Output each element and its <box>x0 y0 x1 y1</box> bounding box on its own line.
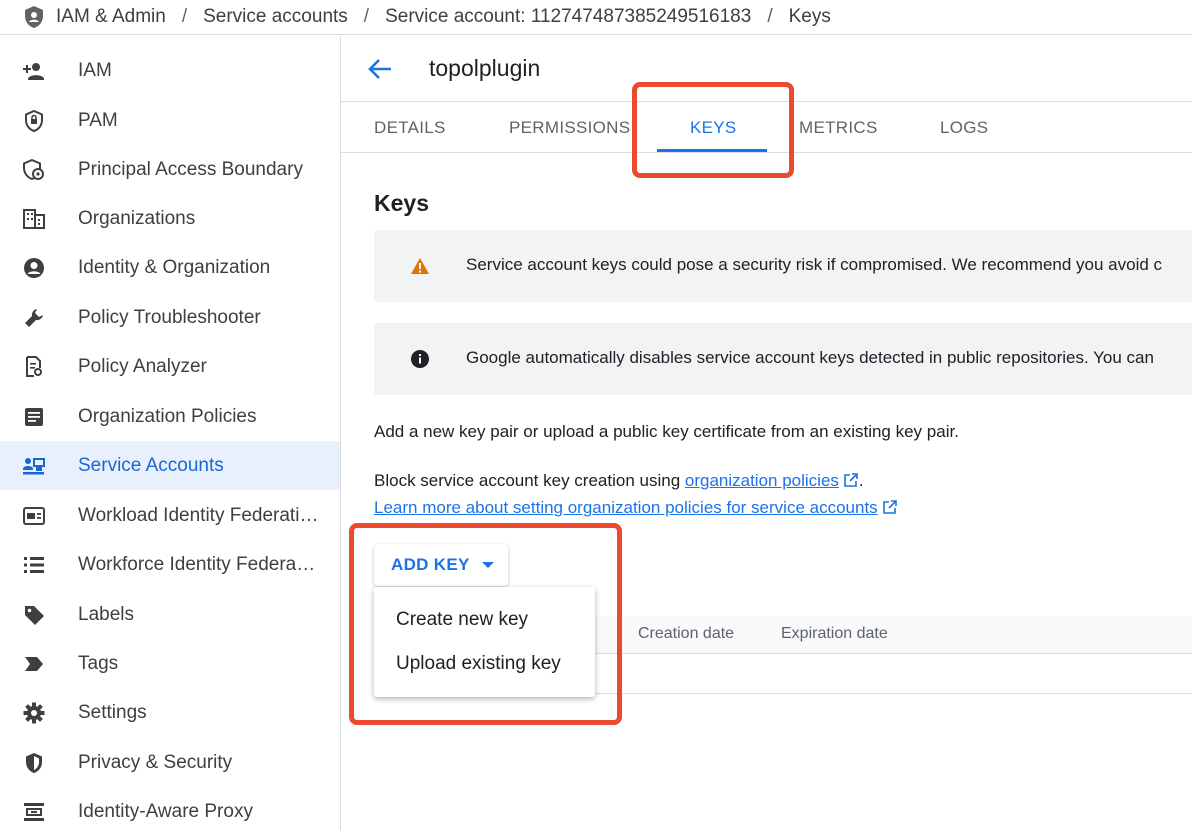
sidebar-item-tags[interactable]: Tags <box>0 639 340 688</box>
breadcrumb-separator: / <box>181 6 188 27</box>
doc-search-icon <box>22 355 46 379</box>
add-key-menu: Create new key Upload existing key <box>374 587 595 697</box>
external-link-icon <box>843 472 859 488</box>
sidebar-item-label: Tags <box>78 652 119 674</box>
account-circle-icon <box>22 256 46 280</box>
block-policy-prefix: Block service account key creation using <box>374 471 685 490</box>
tab-bar: DETAILS PERMISSIONS KEYS METRICS LOGS <box>341 103 1192 153</box>
shield-lock-icon <box>22 109 46 133</box>
warning-banner: Service account keys could pose a securi… <box>374 230 1192 302</box>
sidebar-item-settings[interactable]: Settings <box>0 688 340 737</box>
proxy-icon <box>22 800 46 824</box>
breadcrumb-separator: / <box>363 6 370 27</box>
info-banner: Google automatically disables service ac… <box>374 323 1192 395</box>
breadcrumb-bar: IAM & Admin / Service accounts / Service… <box>0 0 1192 35</box>
sidebar-item-label: Organization Policies <box>78 405 257 427</box>
sidebar-item-label: Identity-Aware Proxy <box>78 800 253 822</box>
privacy-shield-icon <box>22 751 46 775</box>
external-link-icon <box>882 499 898 515</box>
active-tab-indicator <box>657 149 767 152</box>
list-icon <box>22 553 46 577</box>
caret-down-icon <box>481 562 494 568</box>
add-key-label: ADD KEY <box>391 555 470 574</box>
warning-icon <box>408 254 432 278</box>
policy-doc-icon <box>22 405 46 429</box>
page-header: topolplugin <box>341 36 1192 102</box>
sidebar-item-label: Identity & Organization <box>78 256 271 278</box>
column-creation-date[interactable]: Creation date <box>638 625 734 643</box>
menu-item-upload-existing-key[interactable]: Upload existing key <box>374 642 595 686</box>
tab-logs[interactable]: LOGS <box>940 103 988 153</box>
info-text: Google automatically disables service ac… <box>466 348 1154 367</box>
sidebar-item-label: Policy Analyzer <box>78 355 207 377</box>
sidebar-item-pam[interactable]: PAM <box>0 96 340 145</box>
building-icon <box>22 207 46 231</box>
person-add-icon <box>22 59 46 83</box>
sidebar-item-label: Workforce Identity Federation <box>78 553 320 575</box>
organization-policies-link[interactable]: organization policies <box>685 471 839 490</box>
sidebar-item-label: Settings <box>78 701 147 723</box>
sidebar-item-identity-organization[interactable]: Identity & Organization <box>0 243 340 292</box>
sidebar-item-labels[interactable]: Labels <box>0 590 340 639</box>
sidebar-item-label: Service Accounts <box>78 454 224 476</box>
block-policy-suffix: . <box>858 471 864 490</box>
sidebar-item-workforce-identity-federation[interactable]: Workforce Identity Federation <box>0 540 340 589</box>
sidebar-item-service-accounts[interactable]: Service Accounts <box>0 441 340 490</box>
warning-text: Service account keys could pose a securi… <box>466 255 1163 274</box>
sidebar-item-label: Principal Access Boundary <box>78 158 303 180</box>
gear-icon <box>22 701 46 725</box>
back-arrow-icon[interactable] <box>367 56 393 82</box>
chevron-tag-icon <box>22 652 46 676</box>
learn-more-row: Learn more about setting organization po… <box>374 498 898 518</box>
shield-gear-icon <box>22 158 46 182</box>
breadcrumb-keys: Keys <box>788 6 831 27</box>
sidebar-item-principal-access-boundary[interactable]: Principal Access Boundary <box>0 145 340 194</box>
sidebar-item-label: Privacy & Security <box>78 751 233 773</box>
info-icon <box>408 347 432 371</box>
tab-details[interactable]: DETAILS <box>374 103 446 153</box>
tab-permissions[interactable]: PERMISSIONS <box>509 103 630 153</box>
breadcrumb-service-account[interactable]: Service account: 112747487385249516183 <box>385 6 751 28</box>
tab-metrics[interactable]: METRICS <box>799 103 878 153</box>
learn-more-link[interactable]: Learn more about setting organization po… <box>374 498 878 517</box>
iam-shield-icon <box>22 5 46 29</box>
breadcrumb-iam-admin[interactable]: IAM & Admin <box>56 6 166 28</box>
id-card-icon <box>22 504 46 528</box>
main-content: topolplugin DETAILS PERMISSIONS KEYS MET… <box>341 36 1192 830</box>
column-expiration-date[interactable]: Expiration date <box>781 625 888 643</box>
sidebar-item-privacy-security[interactable]: Privacy & Security <box>0 738 340 787</box>
sidebar: IAM PAM Principal Access Boundary Organi… <box>0 36 341 830</box>
sidebar-item-policy-troubleshooter[interactable]: Policy Troubleshooter <box>0 293 340 342</box>
sidebar-item-label: PAM <box>78 109 118 131</box>
sidebar-item-organizations[interactable]: Organizations <box>0 194 340 243</box>
sidebar-item-organization-policies[interactable]: Organization Policies <box>0 392 340 441</box>
sidebar-item-label: Labels <box>78 603 134 625</box>
tab-keys[interactable]: KEYS <box>690 103 737 153</box>
block-policy-text: Block service account key creation using… <box>374 471 864 491</box>
breadcrumb-separator: / <box>767 6 773 27</box>
sidebar-item-label: Organizations <box>78 207 196 229</box>
breadcrumb-service-accounts[interactable]: Service accounts <box>203 6 348 28</box>
keys-heading: Keys <box>374 190 429 216</box>
wrench-icon <box>22 306 46 330</box>
sidebar-item-iam[interactable]: IAM <box>0 46 340 95</box>
sidebar-item-label: IAM <box>78 59 112 81</box>
sidebar-item-label: Policy Troubleshooter <box>78 306 261 328</box>
add-key-button[interactable]: ADD KEY <box>374 544 508 586</box>
sidebar-item-label: Workload Identity Federation <box>78 504 320 526</box>
tag-icon <box>22 603 46 627</box>
menu-item-create-new-key[interactable]: Create new key <box>374 598 595 642</box>
service-account-icon <box>22 454 46 478</box>
sidebar-item-workload-identity-federation[interactable]: Workload Identity Federation <box>0 491 340 540</box>
sidebar-item-policy-analyzer[interactable]: Policy Analyzer <box>0 342 340 391</box>
intro-text: Add a new key pair or upload a public ke… <box>374 422 959 441</box>
sidebar-item-identity-aware-proxy[interactable]: Identity-Aware Proxy <box>0 787 340 830</box>
page-title: topolplugin <box>429 55 541 81</box>
